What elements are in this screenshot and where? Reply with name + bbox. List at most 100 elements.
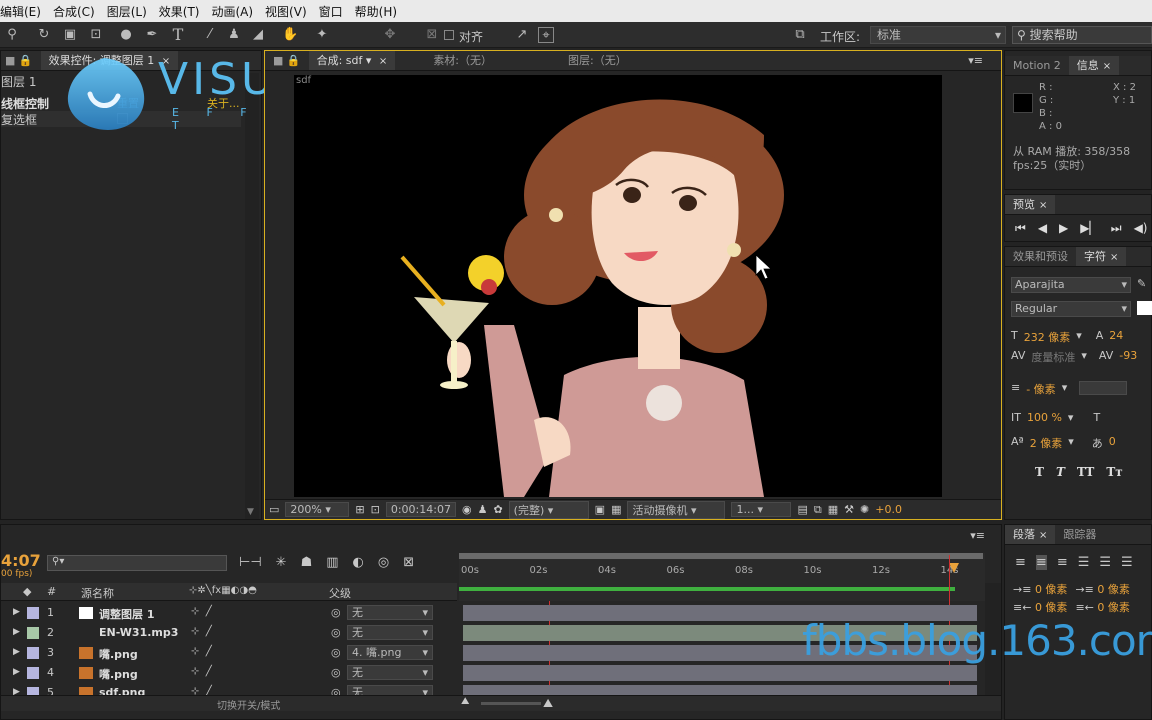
zoom-out-icon[interactable]: ⛰ [461,696,469,707]
puppet-tool-icon[interactable]: ✦ [314,27,330,43]
parent-pickwhip-icon[interactable]: ◎ [331,626,341,639]
parent-pickwhip-icon[interactable]: ◎ [331,606,341,619]
menu-effect[interactable]: 效果(T) [153,3,206,20]
layer-switches[interactable]: ⊹ ╱ [191,666,212,677]
next-frame-icon[interactable]: ▶▏ [1080,221,1098,236]
pen-tool-icon[interactable]: ✒ [144,27,160,43]
snap-icon[interactable]: ↗ [514,27,530,43]
stroke-type-select[interactable] [1079,381,1128,395]
parent-select[interactable]: 无 ▾ [347,625,433,640]
layer-name[interactable]: 嘴.png [99,646,138,662]
views-select[interactable]: 1... ▾ [731,502,792,517]
parent-select[interactable]: 无 ▾ [347,605,433,620]
layer-name[interactable]: 调整图层 1 [99,606,154,622]
magnification-select[interactable]: 200% ▾ [285,502,350,517]
expand-arrow-icon[interactable]: ▶ [13,607,20,617]
close-icon[interactable]: × [1103,61,1111,72]
last-frame-icon[interactable]: ⏭ [1111,221,1122,236]
justify-center-icon[interactable]: ☰ [1099,555,1111,570]
align-left-icon[interactable]: ≡ [1015,555,1026,570]
show-snapshot-icon[interactable]: ♟ [478,503,488,516]
graph-editor-icon[interactable]: ◎ [378,555,389,570]
layer-name[interactable]: EN-W31.mp3 [99,626,178,639]
parent-select[interactable]: 4. 嘴.png ▾ [347,645,433,660]
channel-icon[interactable]: ✿ [493,503,502,516]
pan-behind-tool-icon[interactable]: ⊡ [88,27,104,43]
zoom-slider[interactable] [481,702,541,705]
parent-pickwhip-icon[interactable]: ◎ [331,646,341,659]
layer-label-color[interactable] [27,667,39,679]
play-icon[interactable]: ▶ [1059,221,1068,236]
help-search-input[interactable]: ⚲ 搜索帮助 [1012,26,1152,44]
parent-pickwhip-icon[interactable]: ◎ [331,686,341,695]
prev-frame-icon[interactable]: ◀ [1038,221,1047,236]
menu-view[interactable]: 视图(V) [259,3,313,20]
justify-left-icon[interactable]: ☰ [1078,555,1090,570]
composition-mini-flowchart-icon[interactable]: ⊢⊣ [239,555,262,570]
space-after-value[interactable]: 0 像素 [1097,601,1130,614]
zoom-tool-icon[interactable]: ⚲ [4,27,20,43]
flowchart-icon[interactable]: ⚒ [844,503,854,516]
composition-viewer[interactable]: sdf [294,75,942,497]
tracking-value[interactable]: -93 [1119,349,1137,365]
layer-switches[interactable]: ⊹ ╱ [191,686,212,695]
roi-icon[interactable]: ▣ [595,503,605,516]
parent-pickwhip-icon[interactable]: ◎ [331,666,341,679]
toggle-pixel-aspect-icon[interactable]: ▤ [797,503,807,516]
camera-tool-icon[interactable]: ▣ [62,27,78,43]
faux-bold-button[interactable]: T [1035,465,1044,479]
expand-arrow-icon[interactable]: ▶ [13,647,20,657]
clone-stamp-tool-icon[interactable]: ♟ [226,27,242,43]
exposure-icon[interactable]: ✺ [860,503,869,516]
layer-row[interactable]: ▶ 4 嘴.png ⊹ ╱ ◎ 无 ▾ [1,663,1001,683]
chevron-down-icon[interactable]: ▾ [366,54,372,67]
font-size-value[interactable]: 232 像素 [1024,329,1071,345]
menu-layer[interactable]: 图层(L) [101,3,153,20]
layer-switches[interactable]: ⊹ ╱ [191,626,212,637]
layer-switches[interactable]: ⊹ ╱ [191,606,212,617]
layer-label-color[interactable] [27,647,39,659]
scrollbar[interactable]: ▼ [245,73,259,519]
tab-character[interactable]: 字符 × [1076,247,1127,266]
expand-arrow-icon[interactable]: ▶ [13,627,20,637]
draft-3d-icon[interactable]: ✳ [276,555,287,570]
resolution-select[interactable]: (完整) ▾ [508,500,589,519]
close-icon[interactable]: × [1039,530,1047,541]
effect-name[interactable]: 线框控制 [1,95,49,112]
leading-value[interactable]: 24 [1109,329,1123,345]
current-time-field[interactable]: 0:00:14:07 [385,502,456,517]
expand-arrow-icon[interactable]: ▶ [13,667,20,677]
menu-window[interactable]: 窗口 [313,3,349,20]
eraser-tool-icon[interactable]: ◢ [250,27,266,43]
layer-label-color[interactable] [27,607,39,619]
baseline-shift-value[interactable]: 2 像素 [1030,435,1063,451]
fast-previews-icon[interactable]: ⧉ [814,503,822,517]
always-preview-icon[interactable]: ▭ [269,503,279,516]
expand-arrow-icon[interactable]: ▶ [13,687,20,695]
align-center-icon[interactable]: ≡ [1035,555,1047,570]
faux-italic-button[interactable]: T [1056,465,1065,479]
fill-color-swatch[interactable] [1137,301,1152,315]
close-icon[interactable]: × [379,56,387,67]
brainstorm-icon[interactable]: ⊠ [403,555,414,570]
rotate-tool-icon[interactable]: ↻ [36,27,52,43]
kerning-value[interactable]: 度量标准 [1031,349,1075,365]
space-before-value[interactable]: 0 像素 [1097,583,1130,596]
layer-search-input[interactable]: ⚲▾ [47,555,227,571]
layer-name[interactable]: sdf.png [99,686,145,695]
vertical-scale-value[interactable]: 100 % [1027,411,1062,424]
indent-left-value[interactable]: 0 像素 [1035,583,1068,596]
type-tool-icon[interactable]: T [170,27,186,43]
all-caps-button[interactable]: TT [1077,465,1094,479]
first-frame-icon[interactable]: ⏮ [1015,221,1026,236]
tab-tracker[interactable]: 跟踪器 [1055,525,1104,544]
close-icon[interactable]: × [1110,252,1118,263]
panel-lock-icon[interactable]: ■ 🔒 [1,51,41,70]
motion-blur-icon[interactable]: ◐ [353,555,364,570]
transparency-grid-icon[interactable]: ▦ [611,503,621,516]
safe-margins-icon[interactable]: ⊡ [371,503,380,516]
time-ruler[interactable]: 00s02s04s06s08s10s12s14s [459,553,985,601]
tab-layer[interactable]: 图层:（无） [560,51,635,70]
layer-duration-bar[interactable] [463,685,977,695]
panel-menu-icon[interactable]: ▾≡ [968,54,983,67]
